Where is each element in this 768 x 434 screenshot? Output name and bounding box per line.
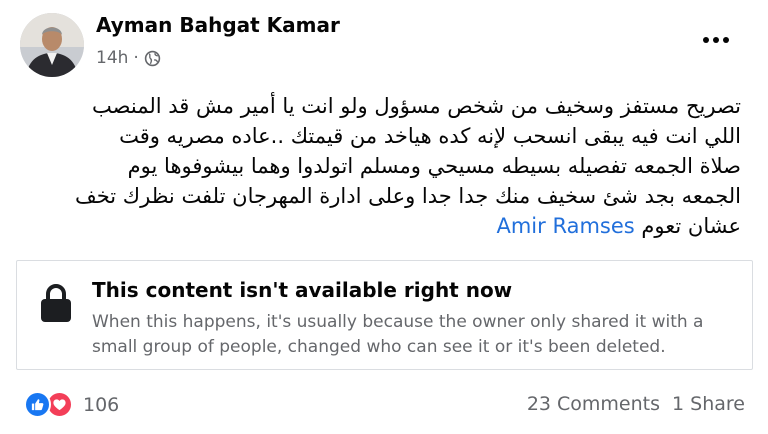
- post-text-line: اللي انت فيه يبقى انسحب لإنه كده هياخد م…: [119, 124, 741, 148]
- like-icon: [24, 391, 51, 418]
- reactions-summary[interactable]: 106: [24, 391, 119, 418]
- post-meta: 14h ·: [96, 48, 161, 68]
- comments-count[interactable]: 23 Comments: [527, 393, 660, 415]
- unavailable-description: When this happens, it's usually because …: [92, 312, 704, 357]
- meta-separator: ·: [133, 48, 139, 68]
- globe-icon[interactable]: [144, 50, 161, 67]
- post-text: تصريح مستفز وسخيف من شخص مسؤول ولو انت ي…: [11, 91, 741, 241]
- post-text-line: تصريح مستفز وسخيف من شخص مسؤول ولو انت ي…: [92, 94, 741, 118]
- lock-icon: [41, 284, 71, 322]
- post-text-line: الجمعه بجد شئ سخيف منك جدا جدا وعلى ادار…: [74, 184, 741, 208]
- post-text-line: صلاة الجمعه تفصيله بسيطه مسيحي ومسلم اتو…: [127, 154, 741, 178]
- engagement-stats: 23 Comments 1 Share: [527, 393, 745, 415]
- reaction-count[interactable]: 106: [83, 394, 119, 416]
- mention-link[interactable]: Amir Ramses: [496, 214, 634, 238]
- avatar-image: [20, 13, 84, 77]
- facebook-post: Ayman Bahgat Kamar 14h · تصريح مستفز وسخ…: [0, 0, 768, 434]
- post-text-tail: عشان تعوم: [641, 214, 741, 238]
- post-time[interactable]: 14h: [96, 48, 128, 68]
- more-options-icon[interactable]: [698, 30, 734, 50]
- unavailable-title: This content isn't available right now: [92, 278, 513, 302]
- author-avatar[interactable]: [20, 13, 84, 77]
- unavailable-content-card: This content isn't available right now W…: [16, 260, 753, 370]
- post-text-last-line: عشان تعوم Amir Ramses: [11, 211, 741, 241]
- author-name[interactable]: Ayman Bahgat Kamar: [96, 13, 340, 37]
- shares-count[interactable]: 1 Share: [672, 393, 745, 415]
